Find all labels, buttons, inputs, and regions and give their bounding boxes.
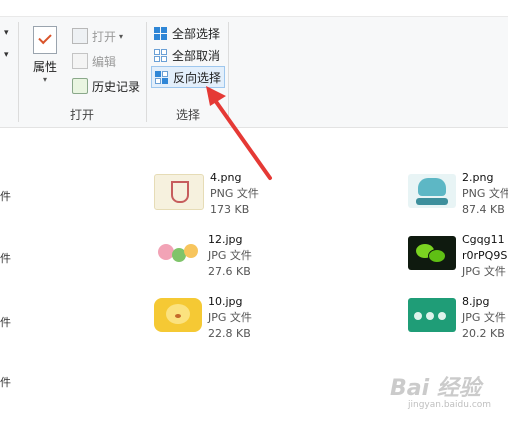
group-separator — [18, 22, 19, 122]
file-name: 4.png — [210, 171, 242, 184]
image-thumbnail — [408, 298, 456, 332]
history-label: 历史记录 — [92, 79, 141, 94]
select-none-icon — [154, 48, 167, 62]
open-label: 打开 — [92, 29, 117, 44]
history-button[interactable]: 历史记录 — [72, 76, 140, 96]
file-item[interactable]: 2.png PNG 文件 87.4 KB — [408, 170, 508, 218]
ribbon: ▾ ▾ 属性 ▾ 打开 ▾ 编辑 历史记录 打开 全部选择 全部取消 反向选择 … — [0, 0, 508, 128]
select-all-icon — [154, 26, 167, 40]
file-name: 2.png — [462, 171, 494, 184]
image-thumbnail — [408, 174, 456, 208]
chevron-down-icon: ▾ — [42, 75, 47, 84]
open-button[interactable]: 打开 ▾ — [72, 26, 123, 46]
file-type: JPG 文件 — [462, 265, 506, 278]
file-name: 10.jpg — [208, 295, 243, 308]
file-name: 12.jpg — [208, 233, 243, 246]
file-size: 27.6 KB — [208, 265, 251, 278]
select-all-button[interactable]: 全部选择 — [154, 23, 220, 43]
file-item[interactable]: 4.png PNG 文件 173 KB — [154, 170, 259, 218]
clipped-type-text: 件 — [0, 252, 11, 265]
image-thumbnail — [154, 236, 202, 270]
edit-label: 编辑 — [92, 54, 117, 69]
select-none-label: 全部取消 — [172, 48, 221, 63]
select-all-label: 全部选择 — [172, 26, 221, 41]
file-name: Cgqg11 — [462, 233, 505, 246]
image-thumbnail — [154, 298, 202, 332]
group-separator — [146, 22, 147, 122]
history-icon — [72, 78, 88, 94]
invert-selection-label: 反向选择 — [173, 70, 222, 85]
file-size: 173 KB — [210, 203, 250, 216]
image-thumbnail — [408, 236, 456, 270]
edit-icon — [72, 53, 88, 69]
collapsed-dropdown-arrow-icon[interactable]: ▾ — [4, 50, 9, 60]
invert-selection-button[interactable]: 反向选择 — [151, 66, 226, 88]
properties-icon — [33, 26, 57, 54]
clipped-type-text: 件 — [0, 376, 11, 389]
file-item[interactable]: Cgqg11 r0rPQ9S JPG 文件 — [408, 232, 507, 280]
open-icon — [72, 28, 88, 44]
file-name-line-2: r0rPQ9S — [462, 249, 508, 262]
group-separator — [228, 22, 229, 122]
file-item[interactable]: 10.jpg JPG 文件 22.8 KB — [154, 294, 252, 342]
properties-label: 属性 — [32, 60, 57, 74]
file-type: JPG 文件 — [462, 311, 506, 324]
ribbon-top-strip — [0, 0, 508, 17]
watermark-url: jingyan.baidu.com — [408, 400, 492, 410]
file-size: 22.8 KB — [208, 327, 251, 340]
select-none-button[interactable]: 全部取消 — [154, 45, 220, 65]
file-item[interactable]: 8.jpg JPG 文件 20.2 KB — [408, 294, 506, 342]
chevron-down-icon: ▾ — [119, 31, 124, 41]
file-type: JPG 文件 — [208, 311, 252, 324]
file-size: 87.4 KB — [462, 203, 505, 216]
file-type: PNG 文件 — [210, 187, 259, 200]
image-thumbnail — [154, 174, 204, 210]
file-type: PNG 文件 — [462, 187, 508, 200]
file-type: JPG 文件 — [208, 249, 252, 262]
collapsed-dropdown-arrow-icon[interactable]: ▾ — [4, 28, 9, 38]
clipped-type-text: 件 — [0, 190, 11, 203]
open-group-label: 打开 — [70, 108, 95, 122]
file-size: 20.2 KB — [462, 327, 505, 340]
watermark-logo: Bai 经验 — [390, 376, 481, 401]
edit-button[interactable]: 编辑 — [72, 51, 116, 71]
file-name: 8.jpg — [462, 295, 490, 308]
file-item[interactable]: 12.jpg JPG 文件 27.6 KB — [154, 232, 252, 280]
invert-selection-icon — [155, 70, 168, 84]
select-group-label: 选择 — [176, 108, 201, 122]
clipped-type-text: 件 — [0, 316, 11, 329]
properties-button[interactable]: 属性 ▾ — [30, 26, 60, 84]
watermark: Bai 经验 jingyan.baidu.com — [384, 366, 502, 416]
